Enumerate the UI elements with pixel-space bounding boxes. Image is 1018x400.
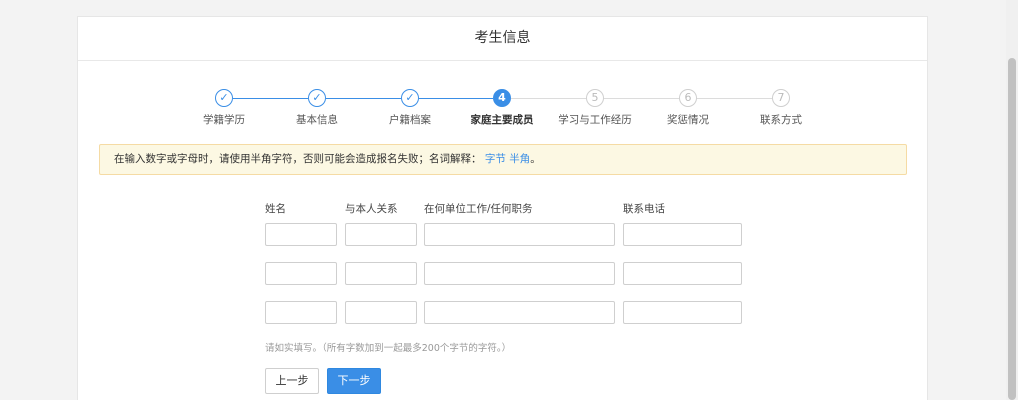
form-hint: 请如实填写。（所有字数加到一起最多200个字节的字符。） [265,343,512,354]
halfwidth-notice: 在输入数字或字母时，请使用半角字符，否则可能会造成报名失败；名词解释： 字节 半… [99,144,907,175]
column-header-phone: 联系电话 [623,203,665,215]
notice-end: 。 [530,153,541,165]
step-5-number: 5 [586,89,604,107]
member-1-relation-input[interactable] [345,223,417,246]
member-3-work-input[interactable] [424,301,615,324]
step-7-number: 7 [772,89,790,107]
member-1-phone-input[interactable] [623,223,742,246]
step-connector [697,98,772,99]
step-4-number: 4 [493,89,511,107]
step-connector [604,98,679,99]
term-halfwidth-link[interactable]: 半角 [509,153,530,165]
page: 考生信息 ✓ 学籍学历 ✓ 基本信息 ✓ 户籍档案 4 家庭主要成员 5 学习与… [0,0,1018,400]
step-5-label: 学习与工作经历 [558,114,632,126]
member-3-name-input[interactable] [265,301,337,324]
step-1-check-icon: ✓ [215,89,233,107]
next-step-button[interactable]: 下一步 [327,368,381,394]
member-2-relation-input[interactable] [345,262,417,285]
term-bytes-link[interactable]: 字节 [485,153,506,165]
step-3-label: 户籍档案 [389,114,431,126]
column-header-relation: 与本人关系 [345,203,398,215]
scrollbar-thumb[interactable] [1008,58,1016,400]
step-2-label: 基本信息 [296,114,338,126]
step-3-check-icon: ✓ [401,89,419,107]
step-2-check-icon: ✓ [308,89,326,107]
member-3-phone-input[interactable] [623,301,742,324]
column-header-work: 在何单位工作/任何职务 [424,203,533,215]
prev-step-button[interactable]: 上一步 [265,368,319,394]
notice-text: 在输入数字或字母时，请使用半角字符，否则可能会造成报名失败；名词解释： [114,153,482,165]
member-2-phone-input[interactable] [623,262,742,285]
member-2-work-input[interactable] [424,262,615,285]
step-connector [326,98,401,99]
step-6-number: 6 [679,89,697,107]
progress-stepper: ✓ 学籍学历 ✓ 基本信息 ✓ 户籍档案 4 家庭主要成员 5 学习与工作经历 … [78,17,929,137]
member-1-work-input[interactable] [424,223,615,246]
step-7-label: 联系方式 [760,114,802,126]
member-2-name-input[interactable] [265,262,337,285]
step-connector [233,98,308,99]
step-connector [419,98,493,99]
step-4-label: 家庭主要成员 [470,114,534,126]
page-scrollbar[interactable] [1006,0,1018,400]
registration-card: 考生信息 ✓ 学籍学历 ✓ 基本信息 ✓ 户籍档案 4 家庭主要成员 5 学习与… [77,16,928,400]
member-3-relation-input[interactable] [345,301,417,324]
step-1-label: 学籍学历 [203,114,245,126]
step-6-label: 奖惩情况 [667,114,709,126]
member-1-name-input[interactable] [265,223,337,246]
step-connector [511,98,586,99]
column-header-name: 姓名 [265,203,286,215]
